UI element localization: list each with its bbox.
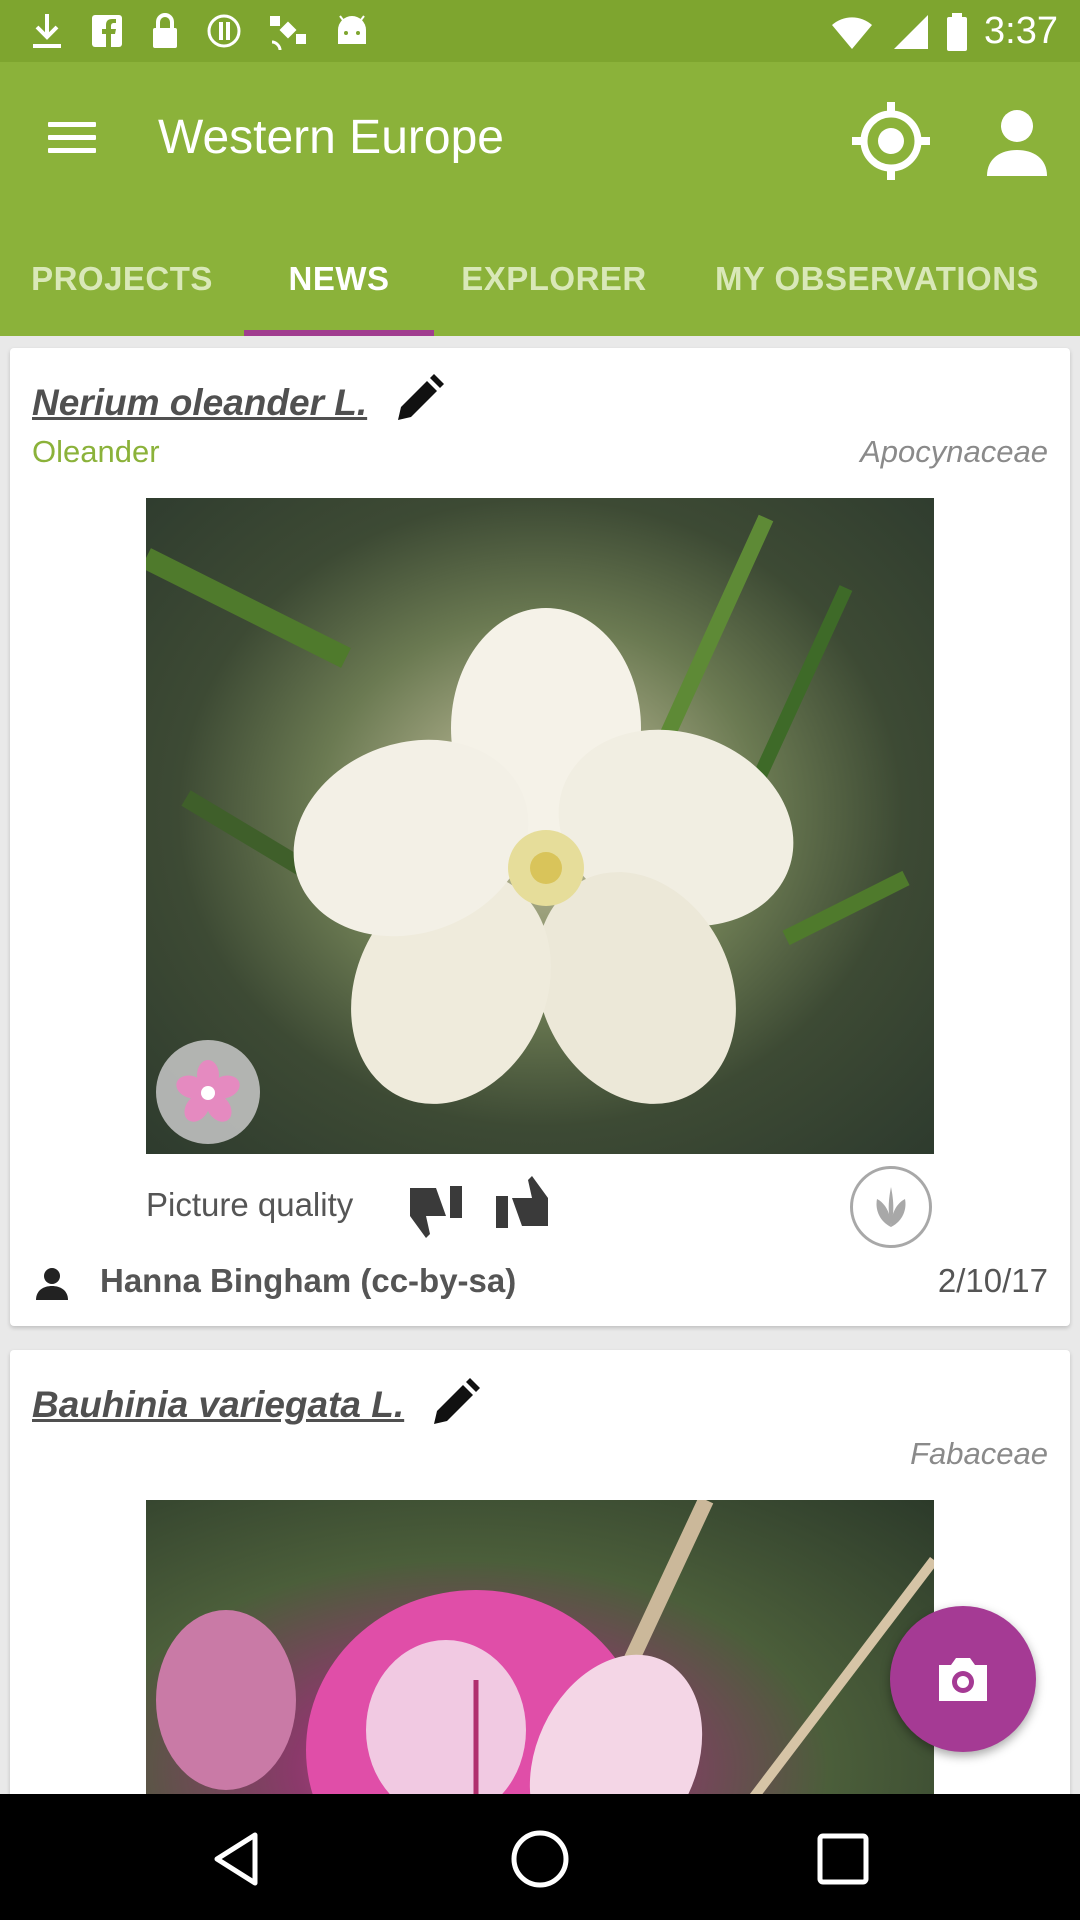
family-name: Fabaceae xyxy=(910,1436,1048,1471)
thumbs-down-icon xyxy=(402,1186,462,1238)
satellite-icon xyxy=(270,16,306,50)
person-icon xyxy=(36,1268,68,1300)
gps-location-icon xyxy=(852,102,930,180)
back-button[interactable] xyxy=(202,1824,272,1894)
camera-button[interactable] xyxy=(890,1606,1036,1752)
alert-icon xyxy=(207,14,241,48)
wifi-icon xyxy=(832,16,873,49)
edit-button[interactable] xyxy=(388,370,448,430)
family-name: Apocynaceae xyxy=(860,434,1048,469)
account-button[interactable] xyxy=(972,96,1062,186)
flower-icon xyxy=(176,1060,240,1122)
person-icon xyxy=(987,110,1047,176)
oleander-flower-image xyxy=(146,514,910,1104)
tab-my-observations[interactable]: MY OBSERVATIONS xyxy=(674,222,1080,336)
status-icons xyxy=(30,12,370,50)
thumbs-up-icon xyxy=(496,1176,556,1228)
tab-indicator xyxy=(244,330,434,336)
thumbs-down-button[interactable] xyxy=(396,1176,466,1246)
menu-icon-line xyxy=(48,148,96,153)
lock-icon xyxy=(153,13,177,48)
app-bar: Western Europe PROJECTS NEWS EXPLORER MY… xyxy=(0,62,1080,336)
picture-quality-label: Picture quality xyxy=(146,1186,354,1223)
leaf-plant-icon xyxy=(876,1187,906,1227)
tab-projects[interactable]: PROJECTS xyxy=(0,222,244,336)
recents-square-icon xyxy=(817,1833,869,1885)
edit-button[interactable] xyxy=(424,1374,484,1434)
system-nav-bar xyxy=(0,1794,1080,1920)
home-circle-icon xyxy=(511,1830,569,1888)
status-time: 3:37 xyxy=(984,10,1058,52)
observation-card[interactable]: Nerium oleander L. Oleander Apocynaceae xyxy=(10,348,1070,1326)
tab-news[interactable]: NEWS xyxy=(244,222,434,336)
observation-date: 2/10/17 xyxy=(937,1262,1048,1299)
home-button[interactable] xyxy=(505,1824,575,1894)
menu-icon-line xyxy=(48,135,96,140)
scientific-name-link[interactable]: Nerium oleander L. xyxy=(32,382,367,424)
pencil-icon xyxy=(398,374,444,420)
status-right: 3:37 xyxy=(830,10,1058,53)
page-title: Western Europe xyxy=(158,111,504,164)
recents-button[interactable] xyxy=(808,1824,878,1894)
pencil-icon xyxy=(434,1378,480,1424)
status-bar: 3:37 xyxy=(0,0,1080,62)
signal-icon xyxy=(894,14,929,49)
organ-flower-badge[interactable] xyxy=(156,1040,260,1144)
tab-bar: PROJECTS NEWS EXPLORER MY OBSERVATIONS xyxy=(0,222,1080,336)
author-name: Hanna Bingham (cc-by-sa) xyxy=(100,1262,517,1299)
facebook-icon xyxy=(92,15,122,47)
author-row: Hanna Bingham (cc-by-sa) 2/10/17 xyxy=(32,1258,1048,1308)
menu-icon xyxy=(48,122,96,127)
camera-icon xyxy=(939,1658,987,1701)
plant-organ-button[interactable] xyxy=(850,1166,932,1248)
menu-button[interactable] xyxy=(42,114,102,174)
scientific-name-link[interactable]: Bauhinia variegata L. xyxy=(32,1384,404,1426)
thumbs-up-button[interactable] xyxy=(492,1168,562,1238)
common-name: Oleander xyxy=(32,434,160,469)
location-button[interactable] xyxy=(846,96,936,186)
tab-explorer[interactable]: EXPLORER xyxy=(434,222,674,336)
download-icon xyxy=(33,14,61,48)
back-triangle-icon xyxy=(214,1832,258,1886)
observation-photo[interactable] xyxy=(146,498,934,1154)
battery-icon xyxy=(947,12,968,51)
android-icon xyxy=(338,15,366,44)
